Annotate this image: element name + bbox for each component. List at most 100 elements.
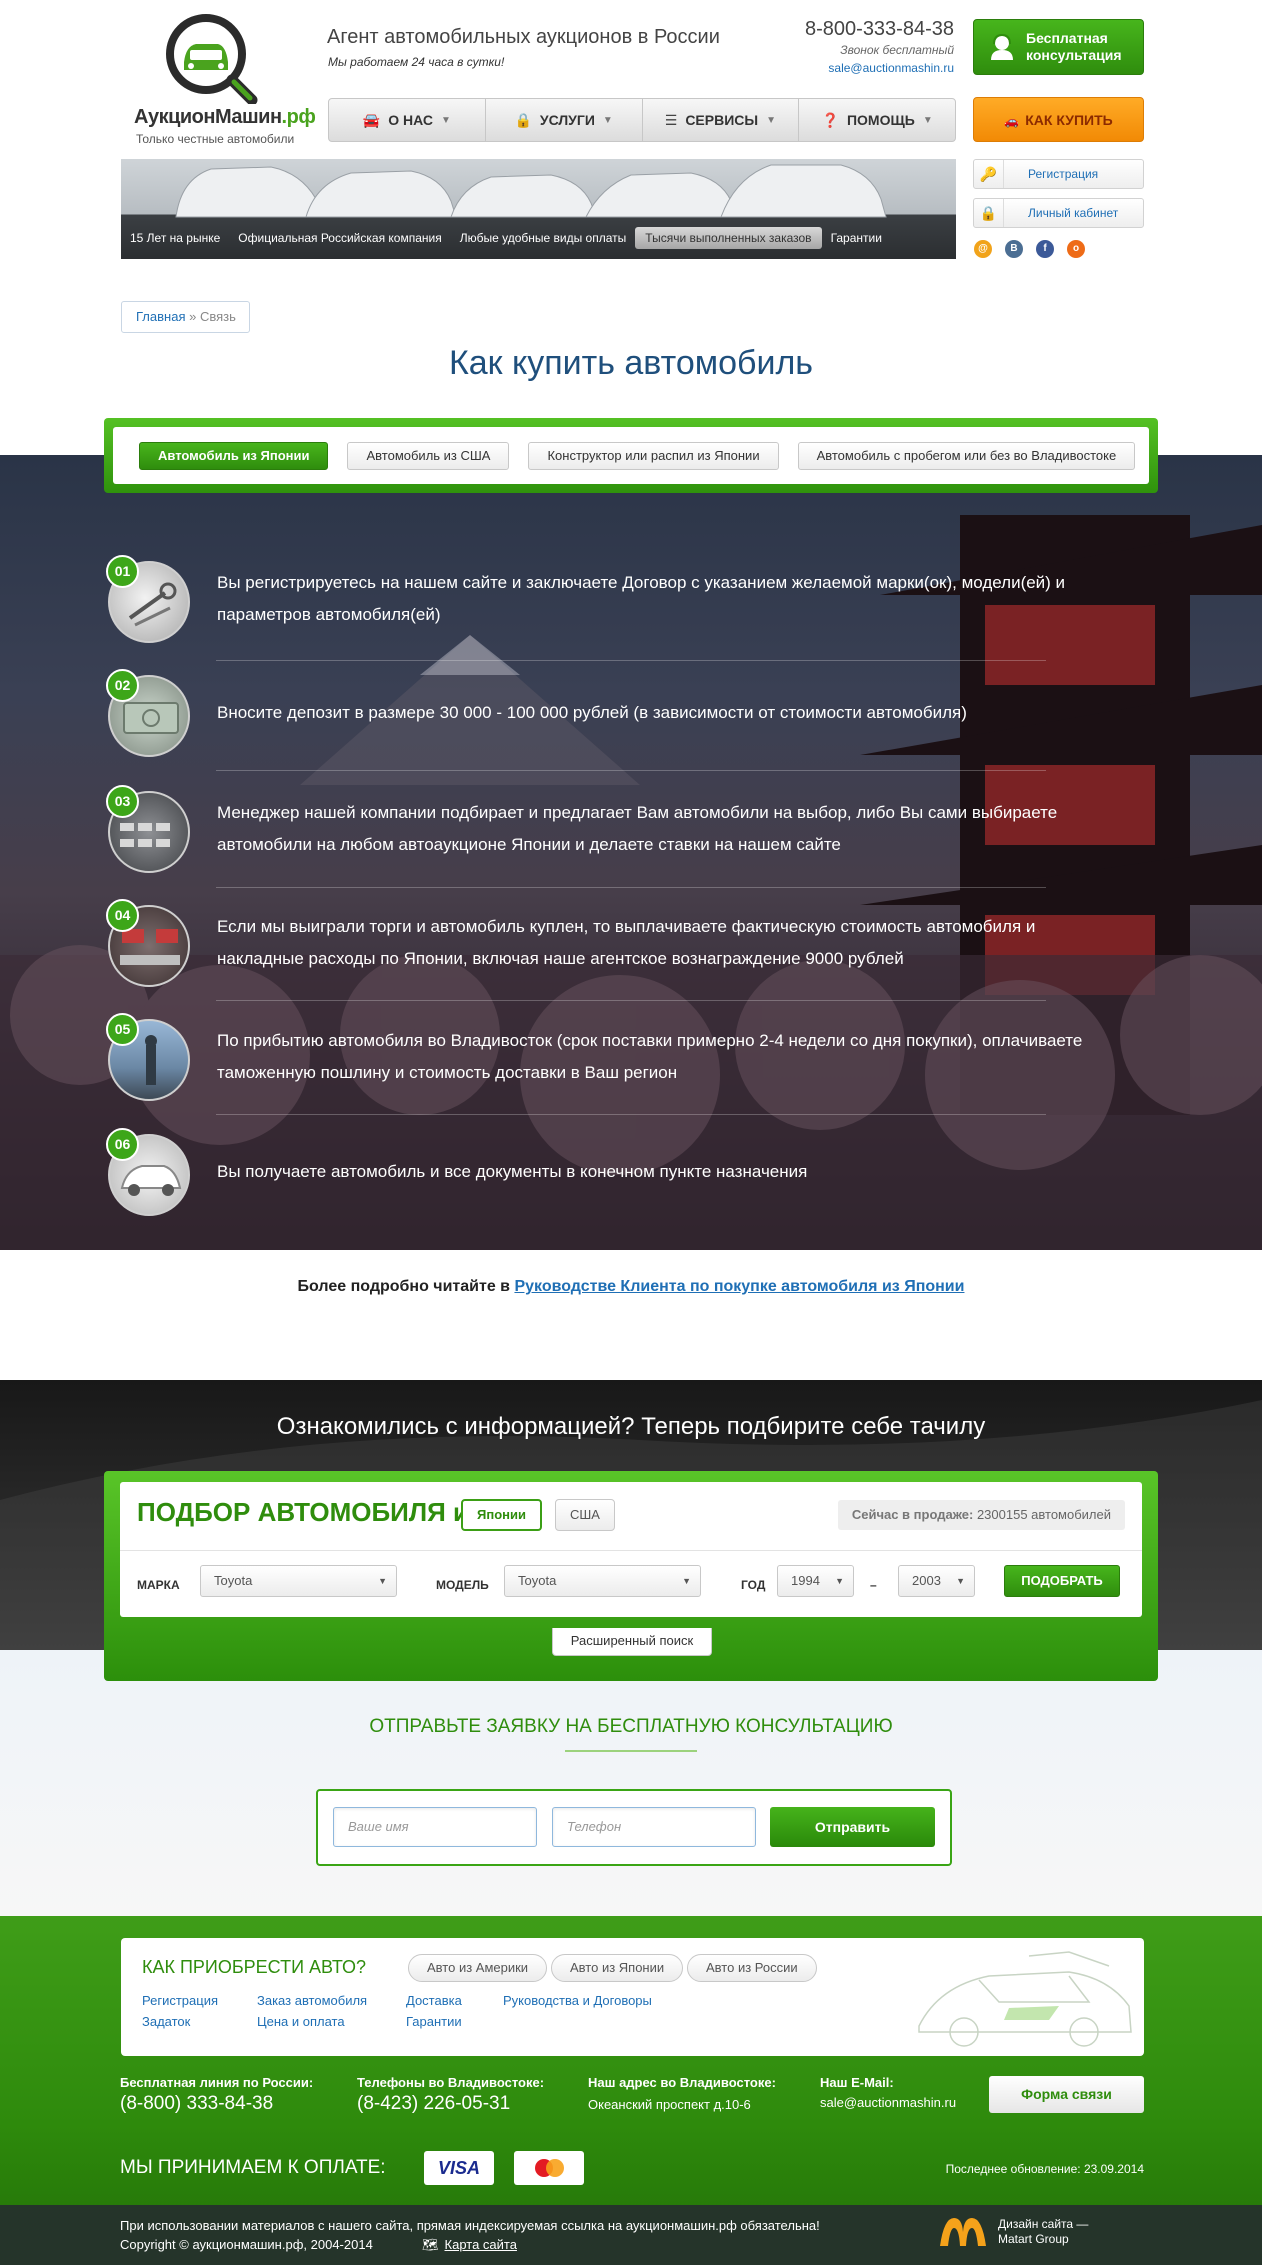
footer-link-deposit[interactable]: Задаток	[142, 2014, 190, 2029]
odnoklassniki-mail-icon[interactable]: @	[974, 240, 992, 258]
help-icon: ❓	[821, 111, 839, 128]
consult-submit-button[interactable]: Отправить	[770, 1807, 935, 1847]
operator-icon	[988, 33, 1016, 61]
footer-link-order[interactable]: Заказ автомобиля	[257, 1993, 367, 2008]
chevron-down-icon: ▼	[956, 1576, 965, 1586]
footer-email-link[interactable]: sale@auctionmashin.ru	[820, 2095, 956, 2110]
car-icon: 🚗	[1004, 114, 1020, 128]
footer-link-guides[interactable]: Руководства и Договоры	[503, 1993, 652, 2008]
lock-icon: 🔒	[974, 199, 1004, 227]
auto-from-japan-pill[interactable]: Авто из Японии	[551, 1954, 684, 1982]
client-guide-link[interactable]: Руководстве Клиента по покупке автомобил…	[514, 1278, 964, 1295]
header-email-link[interactable]: sale@auctionmashin.ru	[828, 61, 954, 75]
year-to-select[interactable]: 2003 ▼	[898, 1565, 975, 1597]
search-heading: Ознакомились с информацией? Теперь подби…	[276, 1413, 986, 1440]
step-item: 03 Менеджер нашей компании подбирает и п…	[106, 785, 1128, 877]
register-button[interactable]: 🔑 Регистрация	[973, 159, 1144, 189]
main-menu: 🚘 О НАС ▼ 🔒 УСЛУГИ ▼ ☰ СЕРВИСЫ ▼ ❓ ПОМОЩЬ ▼	[328, 98, 956, 142]
menu-label: СЕРВИСЫ	[685, 112, 759, 128]
menu-item-about[interactable]: 🚘 О НАС ▼	[329, 99, 486, 141]
chevron-down-icon: ▼	[835, 1576, 844, 1586]
matart-logo-icon[interactable]	[938, 2214, 988, 2255]
step-number: 06	[106, 1128, 139, 1161]
cars-illustration	[175, 164, 887, 218]
free-line-label: Бесплатная линия по России:	[120, 2075, 314, 2090]
step-text: Если мы выиграли торги и автомобиль купл…	[217, 917, 1036, 968]
year-dash: –	[870, 1578, 877, 1592]
search-submit-button[interactable]: ПОДОБРАТЬ	[1004, 1565, 1120, 1597]
vk-icon[interactable]: В	[1005, 240, 1023, 258]
country-usa-toggle[interactable]: США	[555, 1499, 615, 1531]
step-text: По прибытию автомобиля во Владивосток (с…	[217, 1031, 1083, 1082]
last-updated: Последнее обновление: 23.09.2014	[945, 2162, 1144, 2176]
free-line-value: (8-800) 333-84-38	[120, 2093, 274, 2114]
make-select[interactable]: Toyota ▼	[200, 1565, 397, 1597]
footer-link-delivery[interactable]: Доставка	[406, 1993, 462, 2008]
menu-item-services[interactable]: 🔒 УСЛУГИ ▼	[486, 99, 643, 141]
on-sale-label: Сейчас в продаже:	[851, 1507, 974, 1522]
year-label: ГОД	[741, 1578, 766, 1592]
year-from-value: 1994	[791, 1573, 820, 1588]
logo-name[interactable]: АукционМашин.рф	[134, 106, 316, 129]
menu-item-help[interactable]: ❓ ПОМОЩЬ ▼	[799, 99, 955, 141]
menu-label: УСЛУГИ	[539, 112, 595, 128]
menu-item-tools[interactable]: ☰ СЕРВИСЫ ▼	[643, 99, 800, 141]
personal-cabinet-button[interactable]: 🔒 Личный кабинет	[973, 198, 1144, 228]
model-select[interactable]: Toyota ▼	[504, 1565, 701, 1597]
header-phone: 8-800-333-84-38	[805, 18, 954, 40]
cabinet-label: Личный кабинет	[1028, 206, 1119, 220]
logo-magnifier-icon[interactable]	[164, 14, 260, 106]
banner-features: 15 Лет на рынке Официальная Российская к…	[121, 217, 956, 259]
map-icon: 🗺	[422, 2237, 439, 2252]
banner-feature: Любые удобные виды оплаты	[459, 231, 627, 245]
free-consultation-button[interactable]: Бесплатная консультация	[973, 19, 1144, 75]
menu-label: ПОМОЩЬ	[846, 112, 915, 128]
tab-japan[interactable]: Автомобиль из Японии	[139, 441, 329, 470]
step-item: 04 Если мы выиграли торги и автомобиль к…	[106, 899, 1128, 991]
logo-tagline: Только честные автомобили	[136, 132, 295, 146]
step-item: 05 По прибытию автомобиля во Владивосток…	[106, 1013, 1128, 1105]
model-label: МОДЕЛЬ	[436, 1578, 489, 1592]
register-label: Регистрация	[1028, 167, 1099, 181]
sitemap-link[interactable]: 🗺 Карта сайта	[422, 2237, 517, 2253]
advanced-search-tab[interactable]: Расширенный поиск	[552, 1628, 712, 1656]
list-icon: ☰	[664, 111, 678, 128]
chevron-down-icon: ▼	[922, 114, 933, 126]
auto-from-russia-pill[interactable]: Авто из России	[687, 1954, 817, 1982]
contact-form-button[interactable]: Форма связи	[989, 2076, 1144, 2113]
chevron-down-icon: ▼	[378, 1576, 387, 1586]
phone-input[interactable]: Телефон	[552, 1807, 756, 1847]
year-from-select[interactable]: 1994 ▼	[777, 1565, 854, 1597]
step-divider	[216, 770, 1046, 771]
step-divider	[216, 1000, 1046, 1001]
step-number: 01	[106, 555, 139, 588]
tab-constructor-japan[interactable]: Конструктор или распил из Японии	[528, 441, 779, 470]
design-credit: Дизайн сайта — Matart Group	[998, 2217, 1088, 2247]
step-number: 02	[106, 669, 139, 702]
step-text: Менеджер нашей компании подбирает и пред…	[217, 803, 1058, 854]
how-to-buy-title: КАК ПРИОБРЕСТИ АВТО?	[142, 1957, 367, 1977]
car-icon: 🚘	[362, 111, 381, 128]
tab-used-vladivostok[interactable]: Автомобиль с пробегом или без во Владиво…	[797, 441, 1136, 470]
how-to-buy-label: КАК КУПИТЬ	[1025, 112, 1113, 128]
menu-label: О НАС	[388, 112, 434, 128]
footer-link-guarantee[interactable]: Гарантии	[406, 2014, 462, 2029]
step-divider	[216, 1114, 1046, 1115]
breadcrumb-home-link[interactable]: Главная	[136, 309, 185, 324]
tab-usa[interactable]: Автомобиль из США	[347, 441, 510, 470]
phone-note: Звонок бесплатный	[840, 43, 954, 57]
auto-from-america-pill[interactable]: Авто из Америки	[408, 1954, 548, 1982]
name-input[interactable]: Ваше имя	[333, 1807, 537, 1847]
chevron-down-icon: ▼	[441, 114, 451, 126]
footer-link-registration[interactable]: Регистрация	[142, 1993, 218, 2008]
banner-feature: Официальная Российская компания	[238, 231, 442, 245]
header-title: Агент автомобильных аукционов в России	[327, 26, 720, 48]
odnoklassniki-icon[interactable]: о	[1067, 240, 1085, 258]
how-to-buy-card: КАК ПРИОБРЕСТИ АВТО? Авто из Америки Авт…	[121, 1938, 1144, 2056]
facebook-icon[interactable]: f	[1036, 240, 1054, 258]
consult-title: ОТПРАВЬТЕ ЗАЯВКУ НА БЕСПЛАТНУЮ КОНСУЛЬТА…	[369, 1716, 893, 1737]
footer-link-price[interactable]: Цена и оплата	[257, 2014, 345, 2029]
visa-label: VISA	[437, 2158, 480, 2178]
country-japan-toggle[interactable]: Японии	[461, 1499, 542, 1531]
how-to-buy-button[interactable]: 🚗 КАК КУПИТЬ	[973, 97, 1144, 142]
